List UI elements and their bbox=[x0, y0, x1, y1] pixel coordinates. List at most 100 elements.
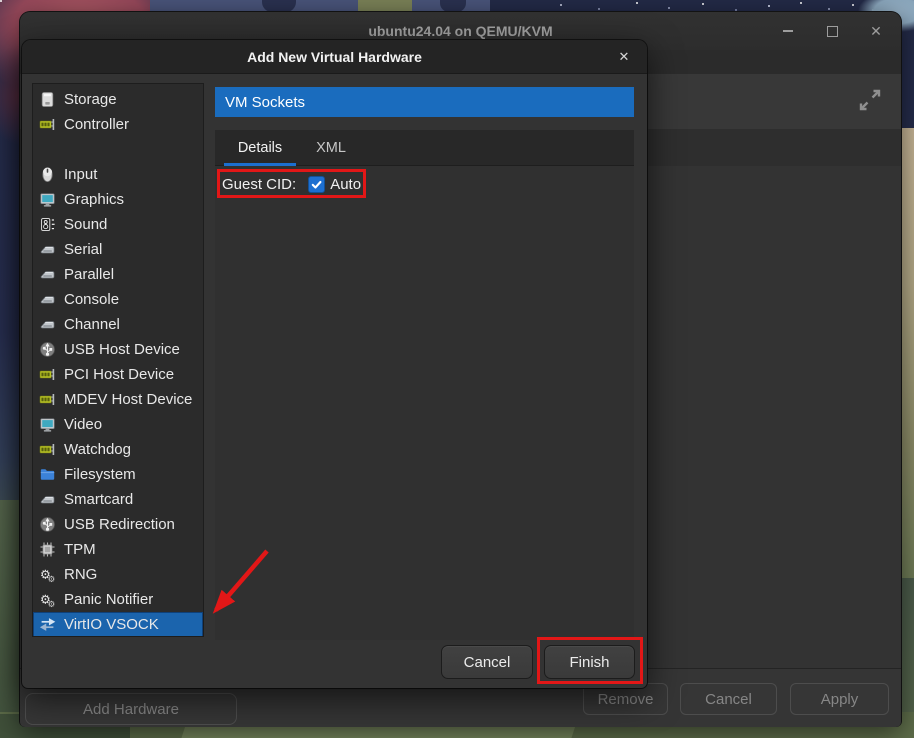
add-hardware-dialog: Add New Virtual Hardware ✕ Storage Contro… bbox=[22, 40, 647, 688]
sidebar-item-label: Controller bbox=[64, 116, 129, 133]
serial-device-icon bbox=[39, 241, 56, 258]
auto-cid-checkbox[interactable] bbox=[308, 176, 325, 193]
svg-text:⚙: ⚙ bbox=[48, 575, 56, 583]
sidebar-item-label: MDEV Host Device bbox=[64, 391, 192, 408]
monitor-icon bbox=[39, 416, 56, 433]
dialog-cancel-button[interactable]: Cancel bbox=[441, 645, 533, 679]
sidebar-item-usb-host-device[interactable]: USB Host Device bbox=[33, 337, 203, 362]
tab-xml[interactable]: XML bbox=[308, 130, 354, 166]
sidebar-item-label: Graphics bbox=[64, 191, 124, 208]
sidebar-item-mdev-host-device[interactable]: MDEV Host Device bbox=[33, 387, 203, 412]
sidebar-item-label: USB Host Device bbox=[64, 341, 180, 358]
sidebar-item-label: RNG bbox=[64, 566, 97, 583]
sidebar-item-label: Parallel bbox=[64, 266, 114, 283]
panel-content: Guest CID: Auto bbox=[215, 166, 634, 640]
sidebar-item-label: Channel bbox=[64, 316, 120, 333]
disk-icon bbox=[39, 91, 56, 108]
sidebar-item-pci-host-device[interactable]: PCI Host Device bbox=[33, 362, 203, 387]
folder-icon bbox=[39, 466, 56, 483]
apply-button[interactable]: Apply bbox=[790, 683, 889, 715]
wallpaper-shape bbox=[262, 0, 296, 12]
sidebar-item-storage[interactable]: Storage bbox=[33, 87, 203, 112]
guest-cid-row: Guest CID: Auto bbox=[222, 171, 361, 197]
gears-icon: ⚙⚙ bbox=[39, 566, 56, 583]
gears-icon: ⚙⚙ bbox=[39, 591, 56, 608]
sidebar-item-label: TPM bbox=[64, 541, 96, 558]
sidebar-item-tpm[interactable]: TPM bbox=[33, 537, 203, 562]
checkmark-icon bbox=[310, 178, 323, 191]
maximize-icon bbox=[827, 26, 838, 37]
maximize-button[interactable] bbox=[821, 20, 843, 42]
sidebar-item-label: Video bbox=[64, 416, 102, 433]
close-button[interactable]: ✕ bbox=[865, 20, 887, 42]
serial-device-icon bbox=[39, 266, 56, 283]
dialog-close-button[interactable]: ✕ bbox=[613, 40, 635, 73]
sidebar-item-channel[interactable]: Channel bbox=[33, 312, 203, 337]
sidebar-item-controller[interactable]: Controller bbox=[33, 112, 203, 137]
sidebar-item-parallel[interactable]: Parallel bbox=[33, 262, 203, 287]
cancel-button-main[interactable]: Cancel bbox=[680, 683, 777, 715]
tab-details[interactable]: Details bbox=[224, 130, 296, 166]
sidebar-item-label: USB Redirection bbox=[64, 516, 175, 533]
sidebar-item-smartcard[interactable]: Smartcard bbox=[33, 487, 203, 512]
usb-icon bbox=[39, 341, 56, 358]
dialog-titlebar[interactable]: Add New Virtual Hardware ✕ bbox=[22, 40, 647, 74]
wallpaper-stars bbox=[0, 0, 2, 2]
mouse-icon bbox=[39, 166, 56, 183]
sidebar-item-label: Serial bbox=[64, 241, 102, 258]
sidebar-item-label: Panic Notifier bbox=[64, 591, 153, 608]
chip-icon bbox=[39, 366, 56, 383]
window-title: ubuntu24.04 on QEMU/KVM bbox=[368, 23, 552, 39]
panel-header: VM Sockets bbox=[215, 87, 634, 117]
chip-icon bbox=[39, 116, 56, 133]
sidebar-item-sound[interactable]: Sound bbox=[33, 212, 203, 237]
sidebar-item-label: Storage bbox=[64, 91, 117, 108]
close-icon: ✕ bbox=[870, 24, 882, 38]
panel-header-label: VM Sockets bbox=[225, 94, 305, 111]
sidebar-item-panic-notifier[interactable]: ⚙⚙ Panic Notifier bbox=[33, 587, 203, 612]
fullscreen-expand-icon bbox=[856, 86, 884, 114]
sidebar-item-label: Sound bbox=[64, 216, 107, 233]
sidebar-item-virtio-vsock[interactable]: VirtIO VSOCK bbox=[33, 612, 203, 637]
sidebar-item-graphics[interactable]: Graphics bbox=[33, 187, 203, 212]
chip-grey-icon bbox=[39, 541, 56, 558]
minimize-icon bbox=[783, 30, 793, 32]
dialog-title: Add New Virtual Hardware bbox=[247, 49, 422, 65]
serial-device-icon bbox=[39, 491, 56, 508]
sidebar-item-usb-redirection[interactable]: USB Redirection bbox=[33, 512, 203, 537]
sidebar-item-label: Watchdog bbox=[64, 441, 131, 458]
serial-device-icon bbox=[39, 291, 56, 308]
sidebar-spacer bbox=[33, 137, 203, 162]
sidebar-item-label: Smartcard bbox=[64, 491, 133, 508]
sidebar-item-serial[interactable]: Serial bbox=[33, 237, 203, 262]
sidebar-item-video[interactable]: Video bbox=[33, 412, 203, 437]
fullscreen-button[interactable] bbox=[853, 84, 887, 116]
sidebar-item-filesystem[interactable]: Filesystem bbox=[33, 462, 203, 487]
usb-icon bbox=[39, 516, 56, 533]
chip-icon bbox=[39, 441, 56, 458]
sidebar-item-rng[interactable]: ⚙⚙ RNG bbox=[33, 562, 203, 587]
add-hardware-button[interactable]: Add Hardware bbox=[25, 693, 237, 725]
sidebar-item-label: Input bbox=[64, 166, 97, 183]
panel-tabbar: Details XML bbox=[215, 130, 634, 166]
monitor-icon bbox=[39, 191, 56, 208]
auto-checkbox-label: Auto bbox=[330, 176, 361, 193]
close-icon: ✕ bbox=[619, 49, 630, 65]
sidebar-item-label: Filesystem bbox=[64, 466, 136, 483]
sidebar-item-label: PCI Host Device bbox=[64, 366, 174, 383]
swap-arrows-icon bbox=[39, 616, 56, 633]
sidebar-item-console[interactable]: Console bbox=[33, 287, 203, 312]
window-controls: ✕ bbox=[777, 12, 887, 50]
dialog-finish-button[interactable]: Finish bbox=[544, 645, 635, 679]
svg-text:⚙: ⚙ bbox=[48, 600, 56, 608]
guest-cid-label: Guest CID: bbox=[222, 176, 296, 193]
hardware-type-list: Storage Controller Input Graphics Sound Seria… bbox=[32, 83, 204, 637]
sidebar-item-label: Console bbox=[64, 291, 119, 308]
wallpaper-shape bbox=[440, 0, 466, 12]
sidebar-item-label: VirtIO VSOCK bbox=[64, 616, 159, 633]
speaker-icon bbox=[39, 216, 56, 233]
sidebar-item-watchdog[interactable]: Watchdog bbox=[33, 437, 203, 462]
minimize-button[interactable] bbox=[777, 20, 799, 42]
chip-icon bbox=[39, 391, 56, 408]
sidebar-item-input[interactable]: Input bbox=[33, 162, 203, 187]
